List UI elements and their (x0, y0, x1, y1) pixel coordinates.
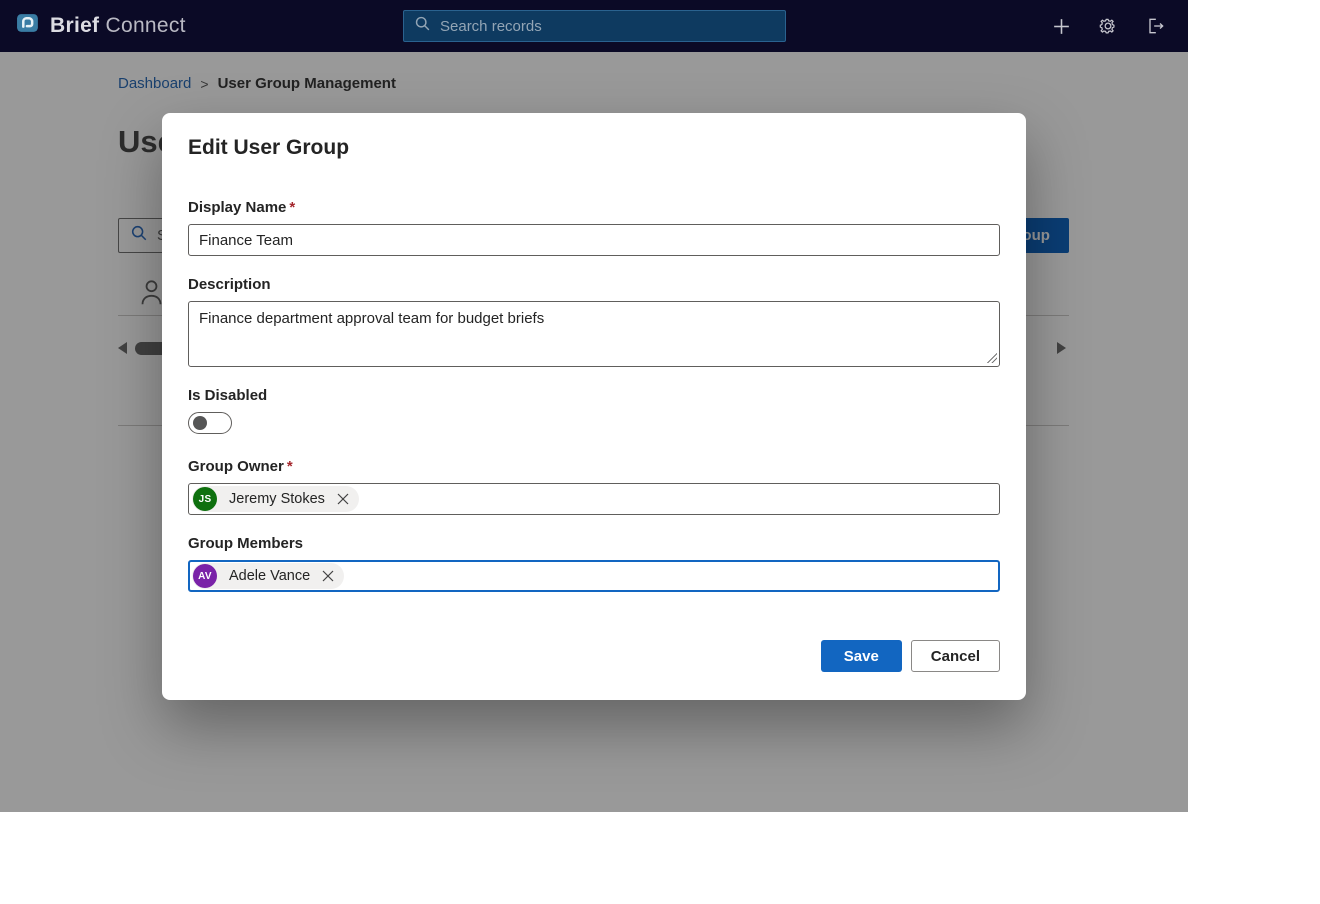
owner-chip: JS Jeremy Stokes (192, 486, 359, 512)
modal-button-row: Save Cancel (821, 640, 1000, 672)
global-search[interactable] (403, 10, 786, 42)
top-navbar: Brief Connect (0, 0, 1188, 52)
brand-logo-icon (16, 11, 41, 41)
brand-name: Brief Connect (50, 14, 186, 38)
navbar-actions (1050, 0, 1166, 52)
member-chip: AV Adele Vance (192, 563, 344, 589)
brand[interactable]: Brief Connect (16, 0, 186, 52)
group-members-field[interactable]: AV Adele Vance (188, 560, 1000, 592)
display-name-label: Display Name* (188, 199, 1000, 216)
sign-out-icon[interactable] (1144, 15, 1166, 37)
remove-chip-icon[interactable] (320, 570, 344, 582)
global-search-input[interactable] (440, 18, 775, 35)
required-asterisk: * (289, 199, 295, 216)
description-label: Description (188, 276, 1000, 293)
remove-chip-icon[interactable] (335, 493, 359, 505)
description-textarea[interactable]: Finance department approval team for bud… (188, 301, 1000, 367)
avatar: AV (193, 564, 217, 588)
modal-title: Edit User Group (188, 136, 1000, 160)
is-disabled-toggle[interactable] (188, 412, 232, 434)
cancel-button[interactable]: Cancel (911, 640, 1000, 672)
group-owner-field[interactable]: JS Jeremy Stokes (188, 483, 1000, 515)
chip-name: Adele Vance (229, 568, 310, 584)
app-window: Brief Connect (0, 0, 1188, 812)
save-button[interactable]: Save (821, 640, 902, 672)
chip-name: Jeremy Stokes (229, 491, 325, 507)
search-icon (414, 15, 431, 37)
settings-gear-icon[interactable] (1097, 15, 1119, 37)
is-disabled-label: Is Disabled (188, 387, 1000, 404)
display-name-input[interactable] (188, 224, 1000, 256)
group-members-label: Group Members (188, 535, 1000, 552)
toggle-knob (193, 416, 207, 430)
required-asterisk: * (287, 458, 293, 475)
edit-user-group-modal: Edit User Group Display Name* Descriptio… (162, 113, 1026, 700)
group-owner-label: Group Owner* (188, 458, 1000, 475)
add-icon[interactable] (1050, 15, 1072, 37)
avatar: JS (193, 487, 217, 511)
